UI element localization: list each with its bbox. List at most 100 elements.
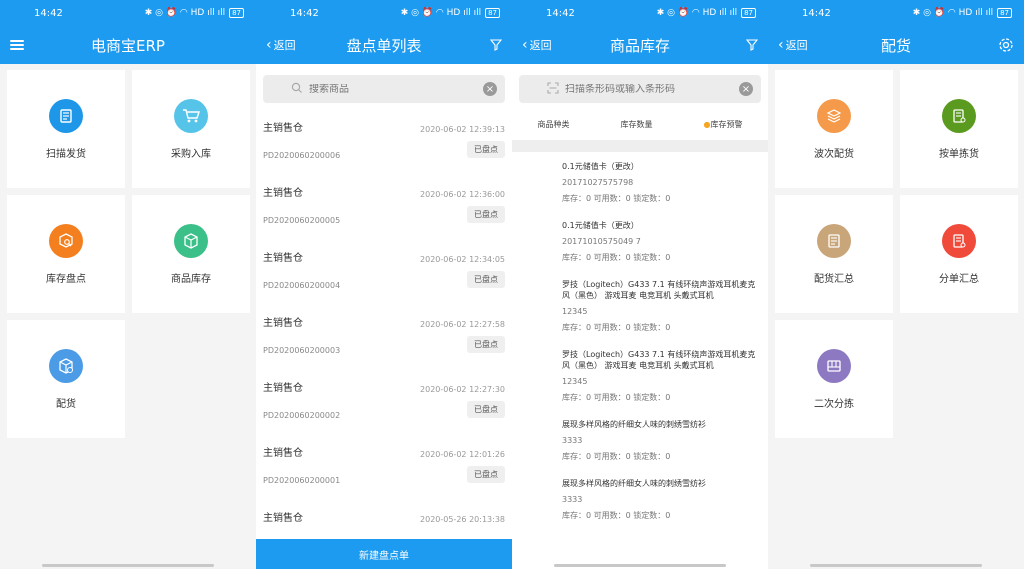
tile-split-summary[interactable]: 分单汇总 — [900, 195, 1018, 313]
goods-code: 3333 — [562, 436, 583, 445]
barcode-scan-icon[interactable] — [547, 82, 559, 94]
search-bar: × — [256, 64, 512, 111]
row-date: 2020-06-02 12:01:26 — [420, 450, 505, 459]
list-item[interactable]: 罗技（Logitech）G433 7.1 有线环绕声游戏耳机麦克风（黑色） 游戏… — [562, 340, 768, 410]
tile-inventory-check[interactable]: 库存盘点 — [7, 195, 125, 313]
status-bar: 14:42 ✱ ◎ ⏰ ◠ HD ıll ıll 87 — [256, 0, 512, 26]
gear-icon — [999, 38, 1013, 52]
tile-label: 采购入库 — [171, 148, 211, 160]
box-icon — [174, 223, 208, 258]
clear-icon[interactable]: × — [483, 82, 497, 96]
status-time: 14:42 — [290, 7, 319, 19]
back-button[interactable]: ‹ 返回 — [778, 37, 808, 53]
tab-stock-warning[interactable]: ●库存预警 — [704, 119, 743, 130]
status-badge: 已盘点 — [467, 401, 505, 418]
clear-icon[interactable]: × — [739, 82, 753, 96]
home-indicator — [42, 564, 214, 567]
divider — [512, 140, 768, 152]
list-item[interactable]: 主销售仓 2020-06-02 12:34:05 已盘点 PD202006020… — [256, 241, 512, 306]
filter-button[interactable] — [746, 39, 758, 51]
tile-purchase-in[interactable]: 采购入库 — [132, 70, 250, 188]
menu-button[interactable] — [10, 40, 24, 50]
tab-stock-qty[interactable]: 库存数量 — [621, 119, 653, 130]
list-item[interactable]: 展现多样风格的纤细女人味的刺绣雪纺衫 3333 库存：0 可用数：0 锁定数：0 — [562, 410, 768, 469]
hamburger-icon — [10, 40, 24, 50]
status-icons: ✱ ◎ ⏰ ◠ HD ıll ıll 87 — [145, 8, 244, 18]
battery-icon: 87 — [229, 8, 244, 18]
back-button[interactable]: ‹ 返回 — [522, 37, 552, 53]
tile-secondary-sort[interactable]: 二次分拣 — [775, 320, 893, 438]
app-header: ‹ 返回 盘点单列表 — [256, 26, 512, 64]
screen-count-list: 14:42 ✱ ◎ ⏰ ◠ HD ıll ıll87 ‹ 返回 盘点单列表 × … — [256, 0, 512, 569]
battery-icon: 87 — [485, 8, 500, 18]
back-label: 返回 — [273, 39, 296, 52]
chevron-left-icon: ‹ — [522, 37, 528, 53]
order-pick-icon — [942, 98, 976, 133]
list-item[interactable]: 主销售仓 2020-06-02 12:27:58 已盘点 PD202006020… — [256, 306, 512, 371]
status-badge: 已盘点 — [467, 336, 505, 353]
goods-stock: 库存：0 可用数：0 锁定数：0 — [562, 393, 671, 402]
goods-name: 罗技（Logitech）G433 7.1 有线环绕声游戏耳机麦克风（黑色） 游戏… — [562, 280, 756, 300]
summary-icon — [817, 223, 851, 258]
tile-order-pick[interactable]: 按单拣货 — [900, 70, 1018, 188]
tile-label: 库存盘点 — [46, 273, 86, 285]
chevron-left-icon: ‹ — [266, 37, 272, 53]
tab-goods-type[interactable]: 商品种类 — [538, 119, 570, 130]
new-count-button[interactable]: 新建盘点单 — [256, 539, 512, 569]
tile-distribution[interactable]: 配货 — [7, 320, 125, 438]
goods-code: 3333 — [562, 495, 583, 504]
goods-stock: 库存：0 可用数：0 锁定数：0 — [562, 253, 671, 262]
search-input[interactable] — [291, 83, 483, 95]
list-item[interactable]: 展现多样风格的纤细女人味的刺绣雪纺衫 3333 库存：0 可用数：0 锁定数：0 — [562, 469, 768, 528]
back-label: 返回 — [529, 39, 552, 52]
list-item[interactable]: 0.1元储值卡（更改） 20171027575798 库存：0 可用数：0 锁定… — [562, 152, 768, 211]
status-icons: ✱ ◎ ⏰ ◠ HD ıll ıll 87 — [401, 8, 500, 18]
goods-stock: 库存：0 可用数：0 锁定数：0 — [562, 511, 671, 520]
back-button[interactable]: ‹ 返回 — [266, 37, 296, 53]
tile-distribution-summary[interactable]: 配货汇总 — [775, 195, 893, 313]
status-icons: ✱ ◎ ⏰ ◠ HD ıll ıll 87 — [913, 8, 1012, 18]
list-item[interactable]: 主销售仓 2020-06-02 12:36:00 已盘点 PD202006020… — [256, 176, 512, 241]
goods-name: 展现多样风格的纤细女人味的刺绣雪纺衫 — [562, 420, 706, 429]
list-item[interactable]: 主销售仓 2020-06-02 12:39:13 已盘点 PD202006020… — [256, 111, 512, 176]
list-item[interactable]: 主销售仓 2020-06-02 12:01:26 已盘点 PD202006020… — [256, 436, 512, 501]
goods-name: 0.1元储值卡（更改） — [562, 162, 639, 171]
filter-button[interactable] — [490, 39, 502, 51]
tile-goods-stock[interactable]: 商品库存 — [132, 195, 250, 313]
status-badge: 已盘点 — [467, 466, 505, 483]
goods-stock: 库存：0 可用数：0 锁定数：0 — [562, 452, 671, 461]
tile-label: 扫描发货 — [46, 148, 86, 160]
order-number: PD2020060200003 — [263, 346, 341, 355]
goods-name: 展现多样风格的纤细女人味的刺绣雪纺衫 — [562, 479, 706, 488]
screen-home: 14:42 ✱ ◎ ⏰ ◠ HD ıll ıll 87 电商宝ERP 扫描发货 采… — [0, 0, 256, 569]
tile-wave-distribution[interactable]: 波次配货 — [775, 70, 893, 188]
app-header: ‹ 返回 配货 — [768, 26, 1024, 64]
filter-icon — [746, 39, 758, 51]
tile-label: 二次分拣 — [814, 398, 854, 410]
list-item[interactable]: 主销售仓 2020-06-02 12:27:30 已盘点 PD202006020… — [256, 371, 512, 436]
status-time: 14:42 — [802, 7, 831, 19]
list-item[interactable]: 0.1元储值卡（更改） 20171010575049 7 库存：0 可用数：0 … — [562, 211, 768, 270]
home-indicator — [810, 564, 982, 567]
tile-scan-ship[interactable]: 扫描发货 — [7, 70, 125, 188]
goods-code: 12345 — [562, 377, 588, 386]
row-date: 2020-06-02 12:39:13 — [420, 125, 505, 134]
tile-label: 波次配货 — [814, 148, 854, 160]
status-badge: 已盘点 — [467, 141, 505, 158]
list-item[interactable]: 罗技（Logitech）G433 7.1 有线环绕声游戏耳机麦克风（黑色） 游戏… — [562, 270, 768, 340]
tile-label: 按单拣货 — [939, 148, 979, 160]
package-icon — [49, 348, 83, 383]
order-number: PD2020060200001 — [263, 476, 341, 485]
tile-label: 配货 — [56, 398, 76, 410]
screen-goods-stock: 14:42 ✱ ◎ ⏰ ◠ HD ıll ıll87 ‹ 返回 商品库存 × 商… — [512, 0, 768, 569]
barcode-input[interactable] — [547, 83, 739, 95]
split-summary-icon — [942, 223, 976, 258]
app-header: ‹ 返回 商品库存 — [512, 26, 768, 64]
status-bar: 14:42 ✱ ◎ ⏰ ◠ HD ıll ıll 87 — [0, 0, 256, 26]
search-icon — [291, 82, 302, 93]
goods-list: 0.1元储值卡（更改） 20171027575798 库存：0 可用数：0 锁定… — [512, 152, 768, 528]
settings-button[interactable] — [998, 37, 1014, 53]
back-label: 返回 — [785, 39, 808, 52]
filter-icon — [490, 39, 502, 51]
status-badge: 已盘点 — [467, 206, 505, 223]
